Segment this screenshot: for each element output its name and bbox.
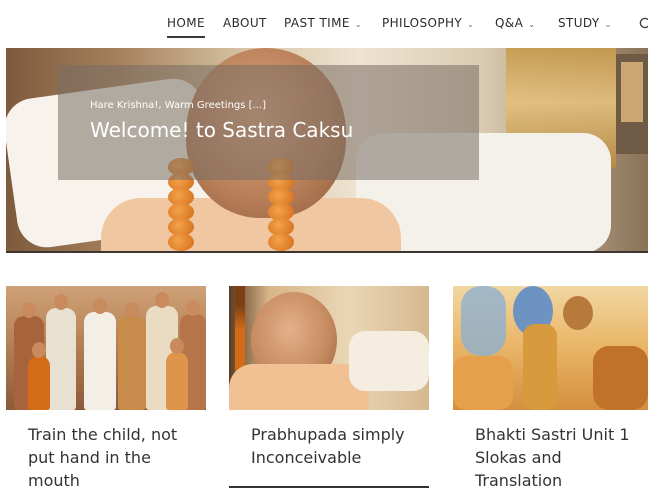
nav-item-label: Q&A xyxy=(495,16,524,30)
nav-item-label: HOME xyxy=(167,16,206,30)
nav-item-study[interactable]: STUDY ⌄ xyxy=(558,16,612,30)
post-card-image[interactable] xyxy=(453,286,648,410)
nav-item-qa[interactable]: Q&A ⌄ xyxy=(495,16,535,30)
post-card-divider xyxy=(229,486,429,488)
nav-item-label: PAST TIME xyxy=(284,16,350,30)
search-icon[interactable] xyxy=(639,17,648,29)
hero-background-frame xyxy=(616,54,648,154)
post-card-image[interactable] xyxy=(229,286,429,410)
hero-title[interactable]: Welcome! to Sastra Caksu xyxy=(90,118,353,142)
chevron-down-icon: ⌄ xyxy=(354,19,362,29)
hero-divider xyxy=(6,251,648,253)
nav-item-past-time[interactable]: PAST TIME ⌄ xyxy=(284,16,362,30)
chevron-down-icon: ⌄ xyxy=(604,19,612,29)
nav-item-home[interactable]: HOME xyxy=(167,16,206,38)
post-card-3[interactable]: Bhakti Sastri Unit 1 Slokas and Translat… xyxy=(453,286,648,493)
nav-item-philosophy[interactable]: PHILOSOPHY ⌄ xyxy=(382,16,474,30)
chevron-down-icon: ⌄ xyxy=(528,19,536,29)
post-card-image[interactable] xyxy=(6,286,206,410)
post-card-1[interactable]: Train the child, not put hand in the mou… xyxy=(6,286,206,493)
hero-banner[interactable]: Hare Krishna!, Warm Greetings [...] Welc… xyxy=(6,48,648,253)
nav-item-label: STUDY xyxy=(558,16,600,30)
nav-item-label: PHILOSOPHY xyxy=(382,16,463,30)
hero-caption-box: Hare Krishna!, Warm Greetings [...] Welc… xyxy=(58,65,479,180)
nav-item-about[interactable]: ABOUT xyxy=(223,16,267,30)
top-navigation: HOME ABOUT PAST TIME ⌄ PHILOSOPHY ⌄ Q&A … xyxy=(0,0,648,48)
post-card-title[interactable]: Bhakti Sastri Unit 1 Slokas and Translat… xyxy=(475,423,645,492)
post-card-title[interactable]: Prabhupada simply Inconceivable xyxy=(251,423,421,469)
nav-item-label: ABOUT xyxy=(223,16,267,30)
hero-greeting[interactable]: Hare Krishna!, Warm Greetings [...] xyxy=(90,100,266,111)
post-card-2[interactable]: Prabhupada simply Inconceivable xyxy=(229,286,429,493)
chevron-down-icon: ⌄ xyxy=(467,19,475,29)
post-card-title[interactable]: Train the child, not put hand in the mou… xyxy=(28,423,198,492)
